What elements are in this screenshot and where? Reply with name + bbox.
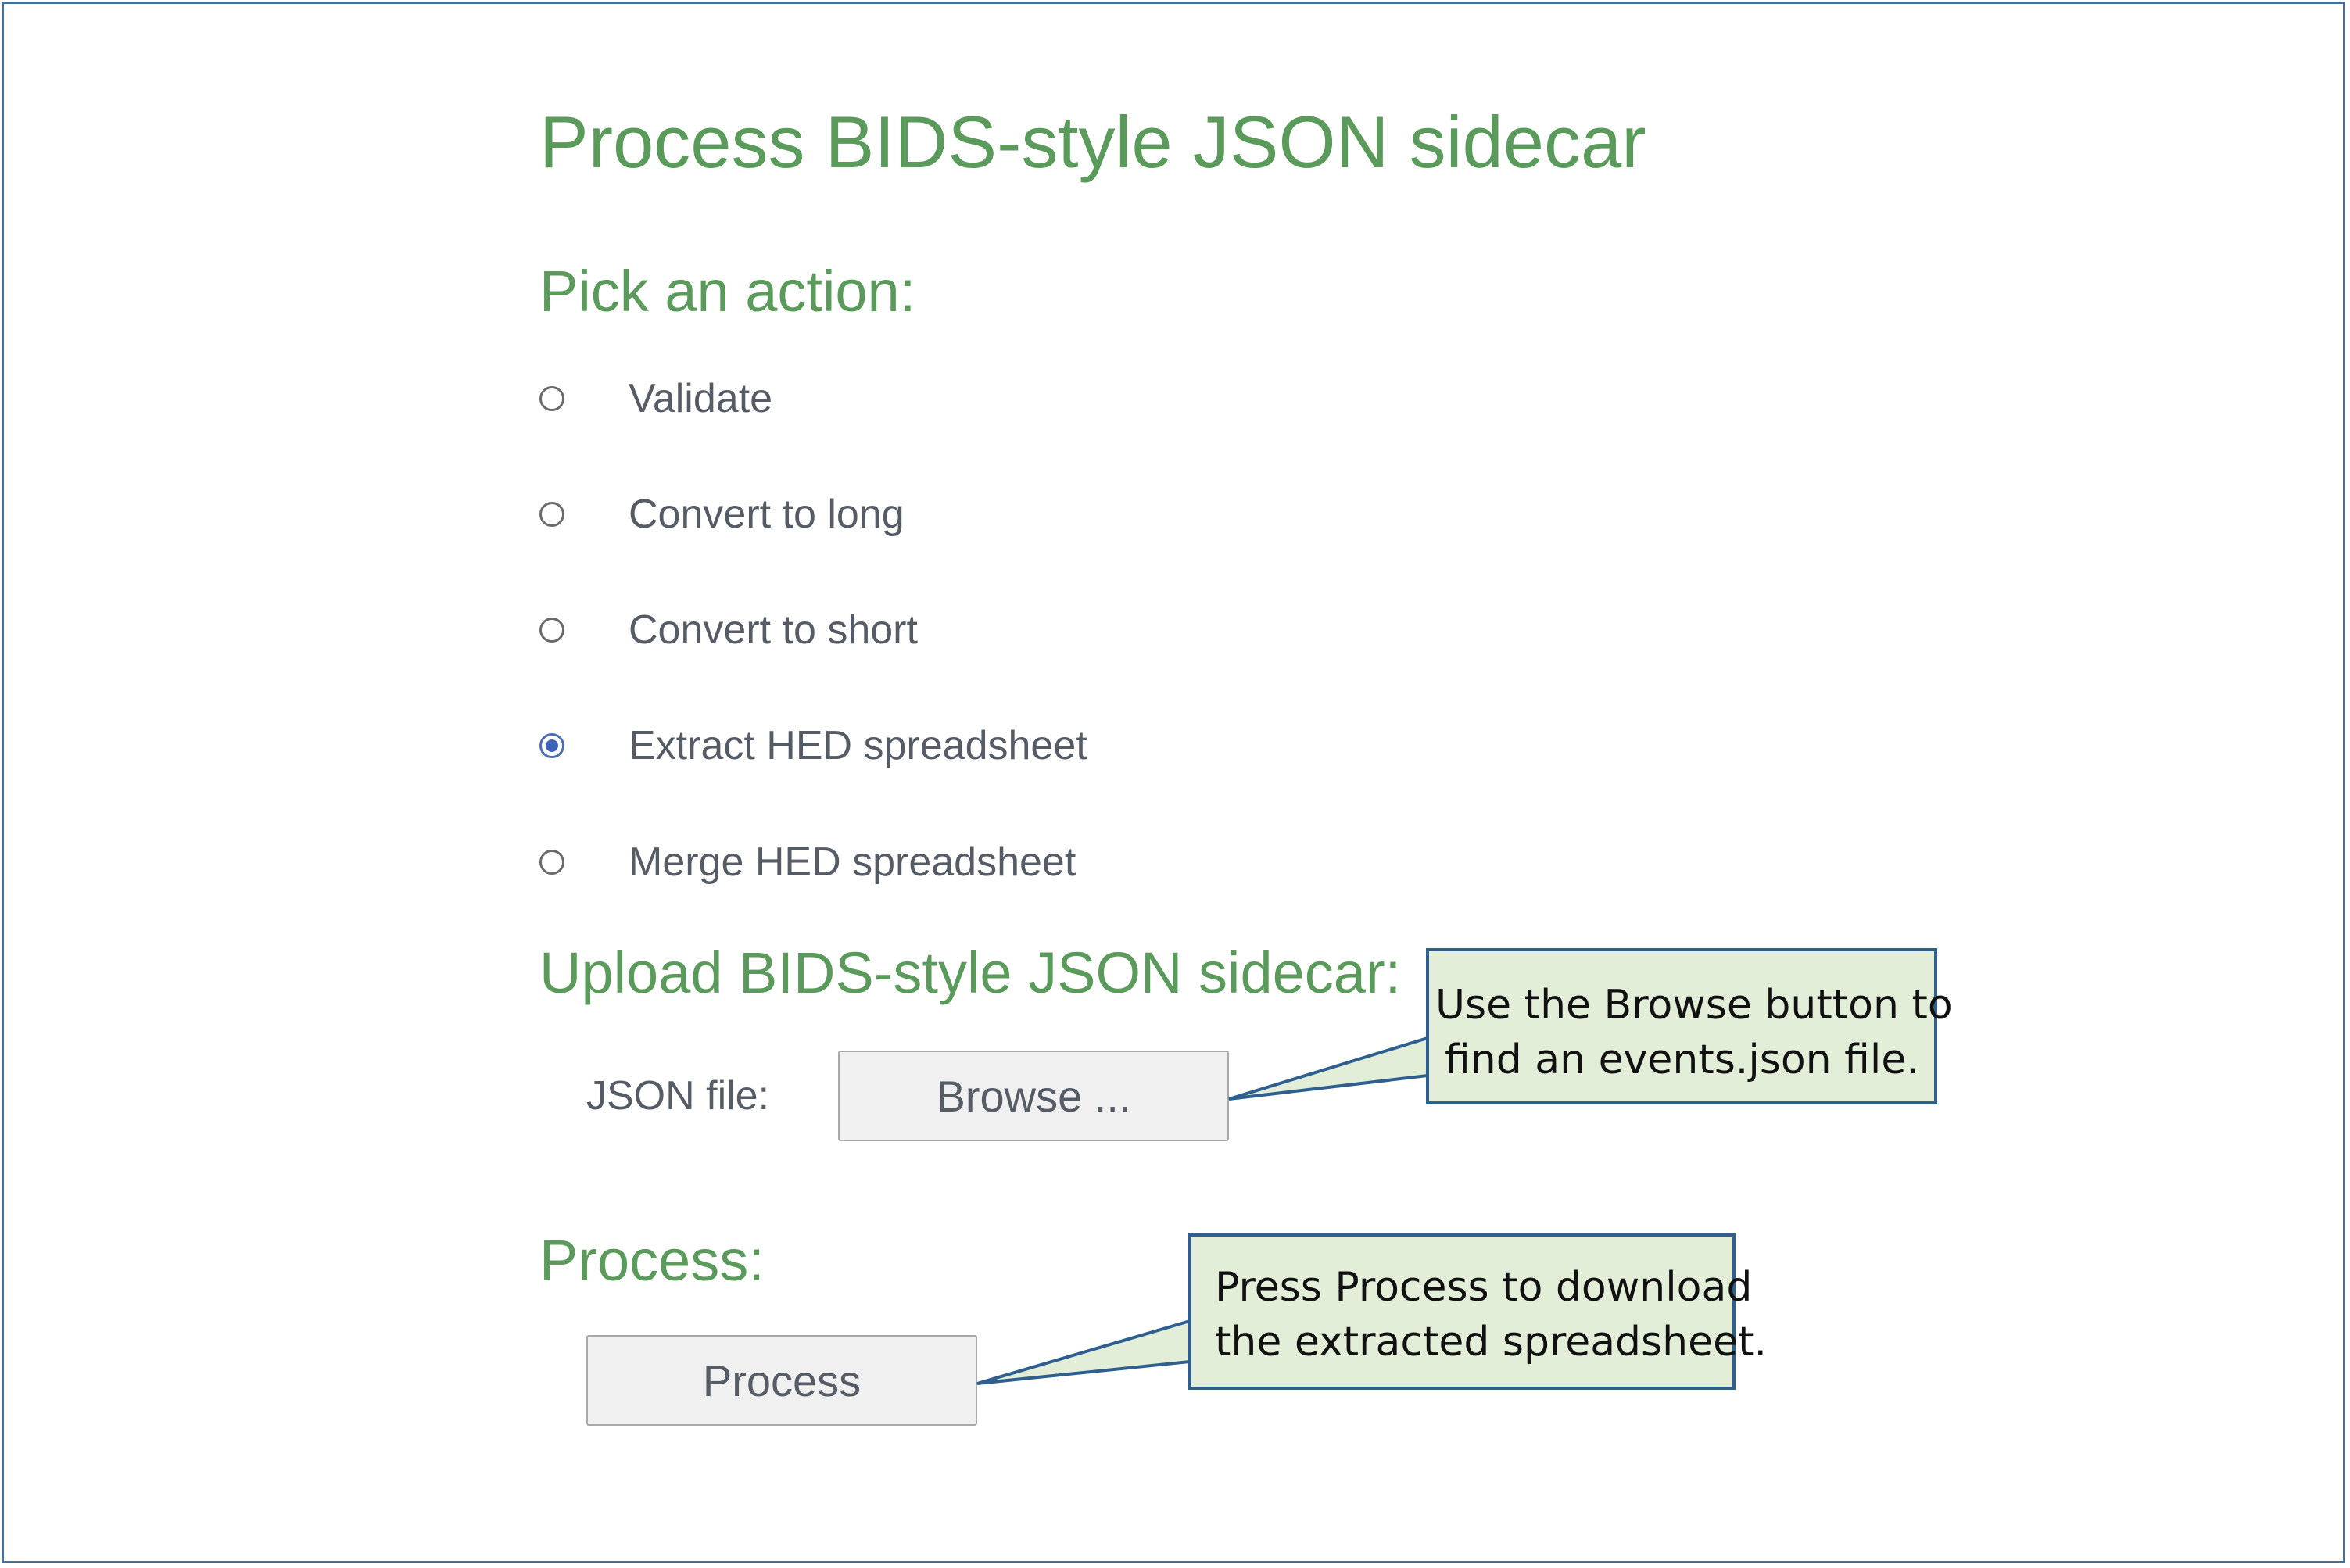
callout-text: Use the Browse button to bbox=[1435, 982, 1953, 1029]
radio-button-selected[interactable] bbox=[539, 733, 564, 758]
radio-option-validate[interactable]: Validate bbox=[539, 367, 772, 430]
radio-button[interactable] bbox=[539, 850, 564, 875]
radio-label: Convert to short bbox=[629, 607, 918, 653]
page-title: Process BIDS-style JSON sidecar bbox=[539, 101, 1646, 183]
callout-text: the extracted spreadsheet. bbox=[1215, 1319, 1768, 1366]
radio-button[interactable] bbox=[539, 386, 564, 411]
action-heading: Pick an action: bbox=[539, 259, 916, 324]
process-button[interactable]: Process bbox=[586, 1335, 977, 1426]
browse-callout: Use the Browse button to find an events.… bbox=[1426, 948, 1953, 1104]
radio-label: Validate bbox=[629, 376, 773, 421]
json-file-label: JSON file: bbox=[586, 1073, 770, 1119]
radio-option-merge-hed-spreadsheet[interactable]: Merge HED spreadsheet bbox=[539, 831, 1076, 893]
callout-text: Press Process to download bbox=[1215, 1264, 1753, 1311]
radio-option-convert-to-short[interactable]: Convert to short bbox=[539, 599, 918, 661]
page-frame bbox=[2, 2, 2345, 1563]
radio-label: Extract HED spreadsheet bbox=[629, 723, 1087, 768]
process-callout: Press Process to download the extracted … bbox=[1188, 1233, 1768, 1390]
process-heading: Process: bbox=[539, 1228, 765, 1293]
radio-option-convert-to-long[interactable]: Convert to long bbox=[539, 483, 905, 546]
radio-option-extract-hed-spreadsheet[interactable]: Extract HED spreadsheet bbox=[539, 714, 1087, 777]
radio-button[interactable] bbox=[539, 618, 564, 643]
radio-label: Merge HED spreadsheet bbox=[629, 839, 1076, 885]
radio-button[interactable] bbox=[539, 502, 564, 527]
upload-heading: Upload BIDS-style JSON sidecar: bbox=[539, 940, 1402, 1005]
browse-button[interactable]: Browse ... bbox=[838, 1051, 1229, 1141]
callout-text: find an events.json file. bbox=[1445, 1036, 1919, 1083]
radio-label: Convert to long bbox=[629, 492, 905, 537]
